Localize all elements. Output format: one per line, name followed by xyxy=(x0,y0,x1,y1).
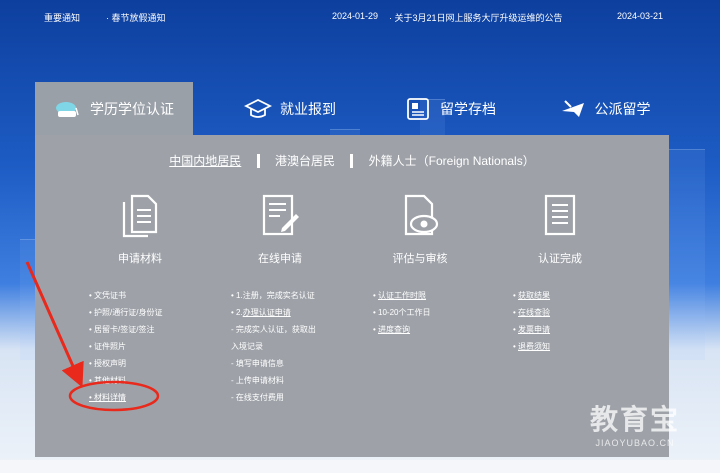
red-circle-highlight xyxy=(68,380,160,412)
watermark-logo-text: 教育宝 xyxy=(590,404,681,435)
footer-strip xyxy=(0,460,720,473)
watermark: 教育宝 JIAOYUBAO.CN xyxy=(590,398,680,448)
red-arrow xyxy=(25,261,84,388)
watermark-url: JIAOYUBAO.CN xyxy=(595,438,675,448)
